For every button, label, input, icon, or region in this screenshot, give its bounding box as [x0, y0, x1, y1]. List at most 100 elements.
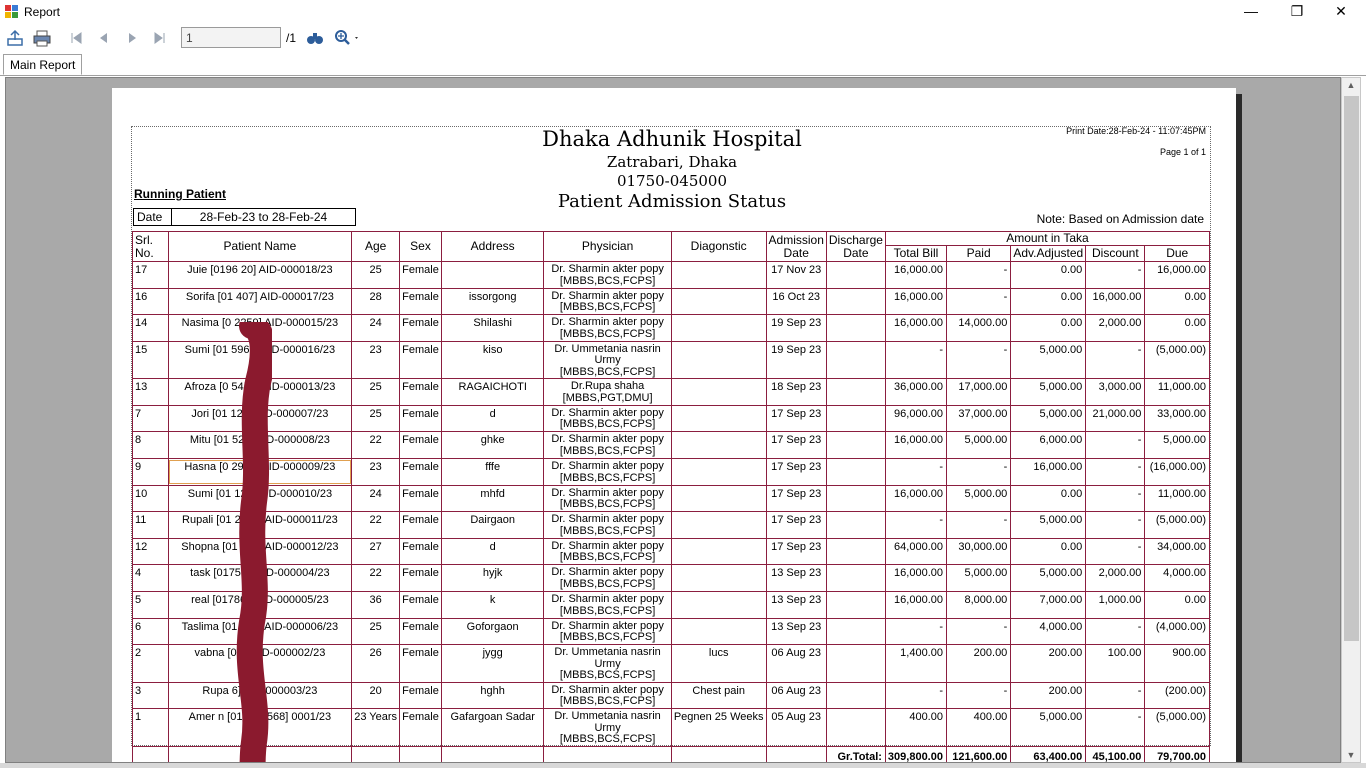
zoom-icon[interactable] [333, 29, 361, 47]
app-icon [5, 5, 18, 18]
window-title: Report [24, 5, 61, 19]
row-discharge-date [825, 340, 886, 380]
row-patient-name: Taslima [01 250] AID-000006/23 [167, 617, 353, 646]
row-discharge-date [825, 378, 886, 406]
header-age: Age [351, 231, 401, 262]
row-total-bill: 16,000.00 [884, 261, 947, 289]
row-sex: Female [399, 511, 442, 539]
row-srl: 10 [132, 484, 169, 513]
row-address: RAGAICHOTI [440, 378, 545, 406]
row-diagnostic [670, 340, 767, 380]
row-admission-date: 19 Sep 23 [765, 314, 827, 342]
row-age: 20 [351, 681, 401, 710]
row-admission-date: 17 Sep 23 [765, 511, 827, 539]
row-physician: Dr. Sharmin akter popy [MBBS,BCS,FCPS] [543, 591, 672, 619]
first-page-icon[interactable] [66, 29, 86, 47]
row-discount: 21,000.00 [1085, 404, 1146, 433]
row-discharge-date [825, 591, 886, 619]
scroll-thumb[interactable] [1344, 96, 1359, 641]
row-sex: Female [399, 591, 442, 619]
horizontal-scrollbar[interactable] [0, 763, 1366, 768]
row-admission-date: 17 Nov 23 [765, 261, 827, 289]
maximize-button[interactable]: ❐ [1274, 0, 1320, 24]
row-discharge-date [825, 314, 886, 342]
table-row: 1 Amer n [014789568] 0001/23 23 Years Femal… [132, 708, 1210, 747]
row-paid: - [945, 287, 1012, 316]
scroll-down-icon[interactable]: ▼ [1342, 750, 1360, 760]
close-button[interactable]: ✕ [1318, 0, 1364, 24]
row-diagnostic [670, 287, 767, 316]
row-admission-date: 13 Sep 23 [765, 564, 827, 593]
row-sex: Female [399, 431, 442, 460]
row-adv-adjusted: 200.00 [1010, 644, 1087, 683]
row-adv-adjusted: 5,000.00 [1010, 378, 1087, 406]
find-icon[interactable] [305, 29, 325, 47]
row-address: mhfd [440, 484, 545, 513]
row-paid: 30,000.00 [945, 537, 1012, 566]
row-due: 5,000.00 [1144, 431, 1210, 460]
table-row: 10 Sumi [01 121] AID-000010/23 24 Female mhf… [132, 484, 1210, 513]
page-number-input[interactable] [181, 27, 281, 48]
running-patient-label: Running Patient [134, 187, 226, 201]
row-due: 900.00 [1144, 644, 1210, 683]
row-diagnostic [670, 261, 767, 289]
row-discount: - [1085, 708, 1146, 747]
row-srl: 15 [132, 340, 169, 380]
row-admission-date: 16 Oct 23 [765, 287, 827, 316]
minimize-button[interactable]: — [1228, 0, 1274, 24]
row-physician: Dr. Sharmin akter popy [MBBS,BCS,FCPS] [543, 511, 672, 539]
row-address: Gafargoan Sadar [440, 708, 545, 747]
row-admission-date: 17 Sep 23 [765, 484, 827, 513]
row-physician: Dr. Sharmin akter popy [MBBS,BCS,FCPS] [543, 564, 672, 593]
print-icon[interactable] [32, 29, 52, 47]
vertical-scrollbar[interactable]: ▲ ▼ [1341, 77, 1361, 763]
row-due: 34,000.00 [1144, 537, 1210, 566]
row-total-bill: - [884, 458, 947, 486]
row-adv-adjusted: 5,000.00 [1010, 404, 1087, 433]
row-age: 28 [351, 287, 401, 316]
row-srl: 2 [132, 644, 169, 683]
row-due: 0.00 [1144, 287, 1210, 316]
row-address: jygg [440, 644, 545, 683]
row-discharge-date [825, 537, 886, 566]
table-row: 13 Afroza [0 5450] AID-000013/23 25 Female R… [132, 378, 1210, 406]
row-discharge-date [825, 404, 886, 433]
row-diagnostic: Pegnen 25 Weeks [670, 708, 767, 747]
row-total-bill: 16,000.00 [884, 591, 947, 619]
row-srl: 8 [132, 431, 169, 460]
row-sex: Female [399, 681, 442, 710]
row-adv-adjusted: 0.00 [1010, 537, 1087, 566]
row-adv-adjusted: 5,000.00 [1010, 511, 1087, 539]
row-physician: Dr. Ummetania nasrin Urmy [MBBS,BCS,FCPS… [543, 340, 672, 380]
row-physician: Dr. Ummetania nasrin Urmy [MBBS,BCS,FCPS… [543, 644, 672, 683]
row-patient-name: Sorifa [01 407] AID-000017/23 [167, 287, 353, 316]
tab-main-report[interactable]: Main Report [3, 54, 83, 75]
grand-total-bill: 309,800.00 [884, 745, 947, 762]
row-srl: 12 [132, 537, 169, 566]
row-due: (5,000.00) [1144, 340, 1210, 380]
row-paid: 37,000.00 [945, 404, 1012, 433]
last-page-icon[interactable] [150, 29, 170, 47]
row-patient-name: Shopna [01 956] AID-000012/23 [167, 537, 353, 566]
row-total-bill: 16,000.00 [884, 431, 947, 460]
scroll-up-icon[interactable]: ▲ [1342, 80, 1360, 90]
row-adv-adjusted: 7,000.00 [1010, 591, 1087, 619]
row-discount: 2,000.00 [1085, 314, 1146, 342]
row-age: 23 [351, 458, 401, 486]
row-discount: 1,000.00 [1085, 591, 1146, 619]
export-icon[interactable] [5, 29, 25, 47]
row-diagnostic [670, 617, 767, 646]
row-sex: Female [399, 617, 442, 646]
row-discount: - [1085, 511, 1146, 539]
prev-page-icon[interactable] [94, 29, 114, 47]
row-total-bill: 16,000.00 [884, 564, 947, 593]
row-srl: 16 [132, 287, 169, 316]
row-age: 23 Years [351, 708, 401, 747]
row-srl: 5 [132, 591, 169, 619]
row-discharge-date [825, 511, 886, 539]
table-row: 15 Sumi [01 5966] AID-000016/23 23 Female ki… [132, 340, 1210, 380]
row-due: 11,000.00 [1144, 378, 1210, 406]
row-physician: Dr. Sharmin akter popy [MBBS,BCS,FCPS] [543, 314, 672, 342]
row-diagnostic [670, 537, 767, 566]
next-page-icon[interactable] [122, 29, 142, 47]
